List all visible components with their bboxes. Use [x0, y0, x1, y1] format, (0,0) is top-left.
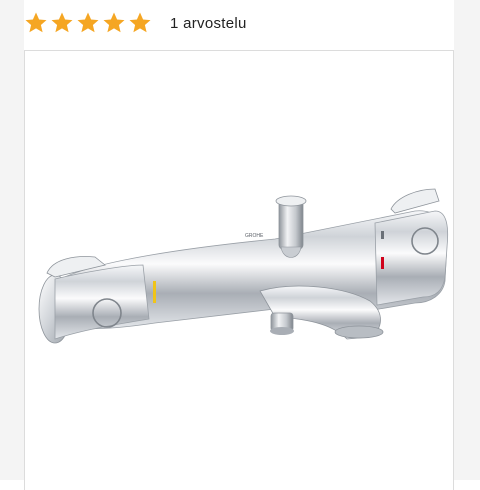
star-icon — [25, 12, 47, 33]
star-icon — [51, 12, 73, 33]
product-image-gallery[interactable]: GROHE — [24, 50, 454, 490]
star-icon — [77, 12, 99, 33]
page-margin-left — [0, 0, 24, 480]
star-rating — [24, 11, 152, 35]
brand-logo: GROHE — [245, 233, 264, 239]
star-icon — [129, 12, 151, 33]
page-margin-right — [454, 0, 480, 480]
product-image[interactable]: GROHE — [25, 51, 453, 481]
review-count-link[interactable]: 1 arvostelu — [170, 15, 247, 32]
rating-summary[interactable]: 1 arvostelu — [24, 8, 247, 38]
star-icon — [103, 12, 125, 33]
